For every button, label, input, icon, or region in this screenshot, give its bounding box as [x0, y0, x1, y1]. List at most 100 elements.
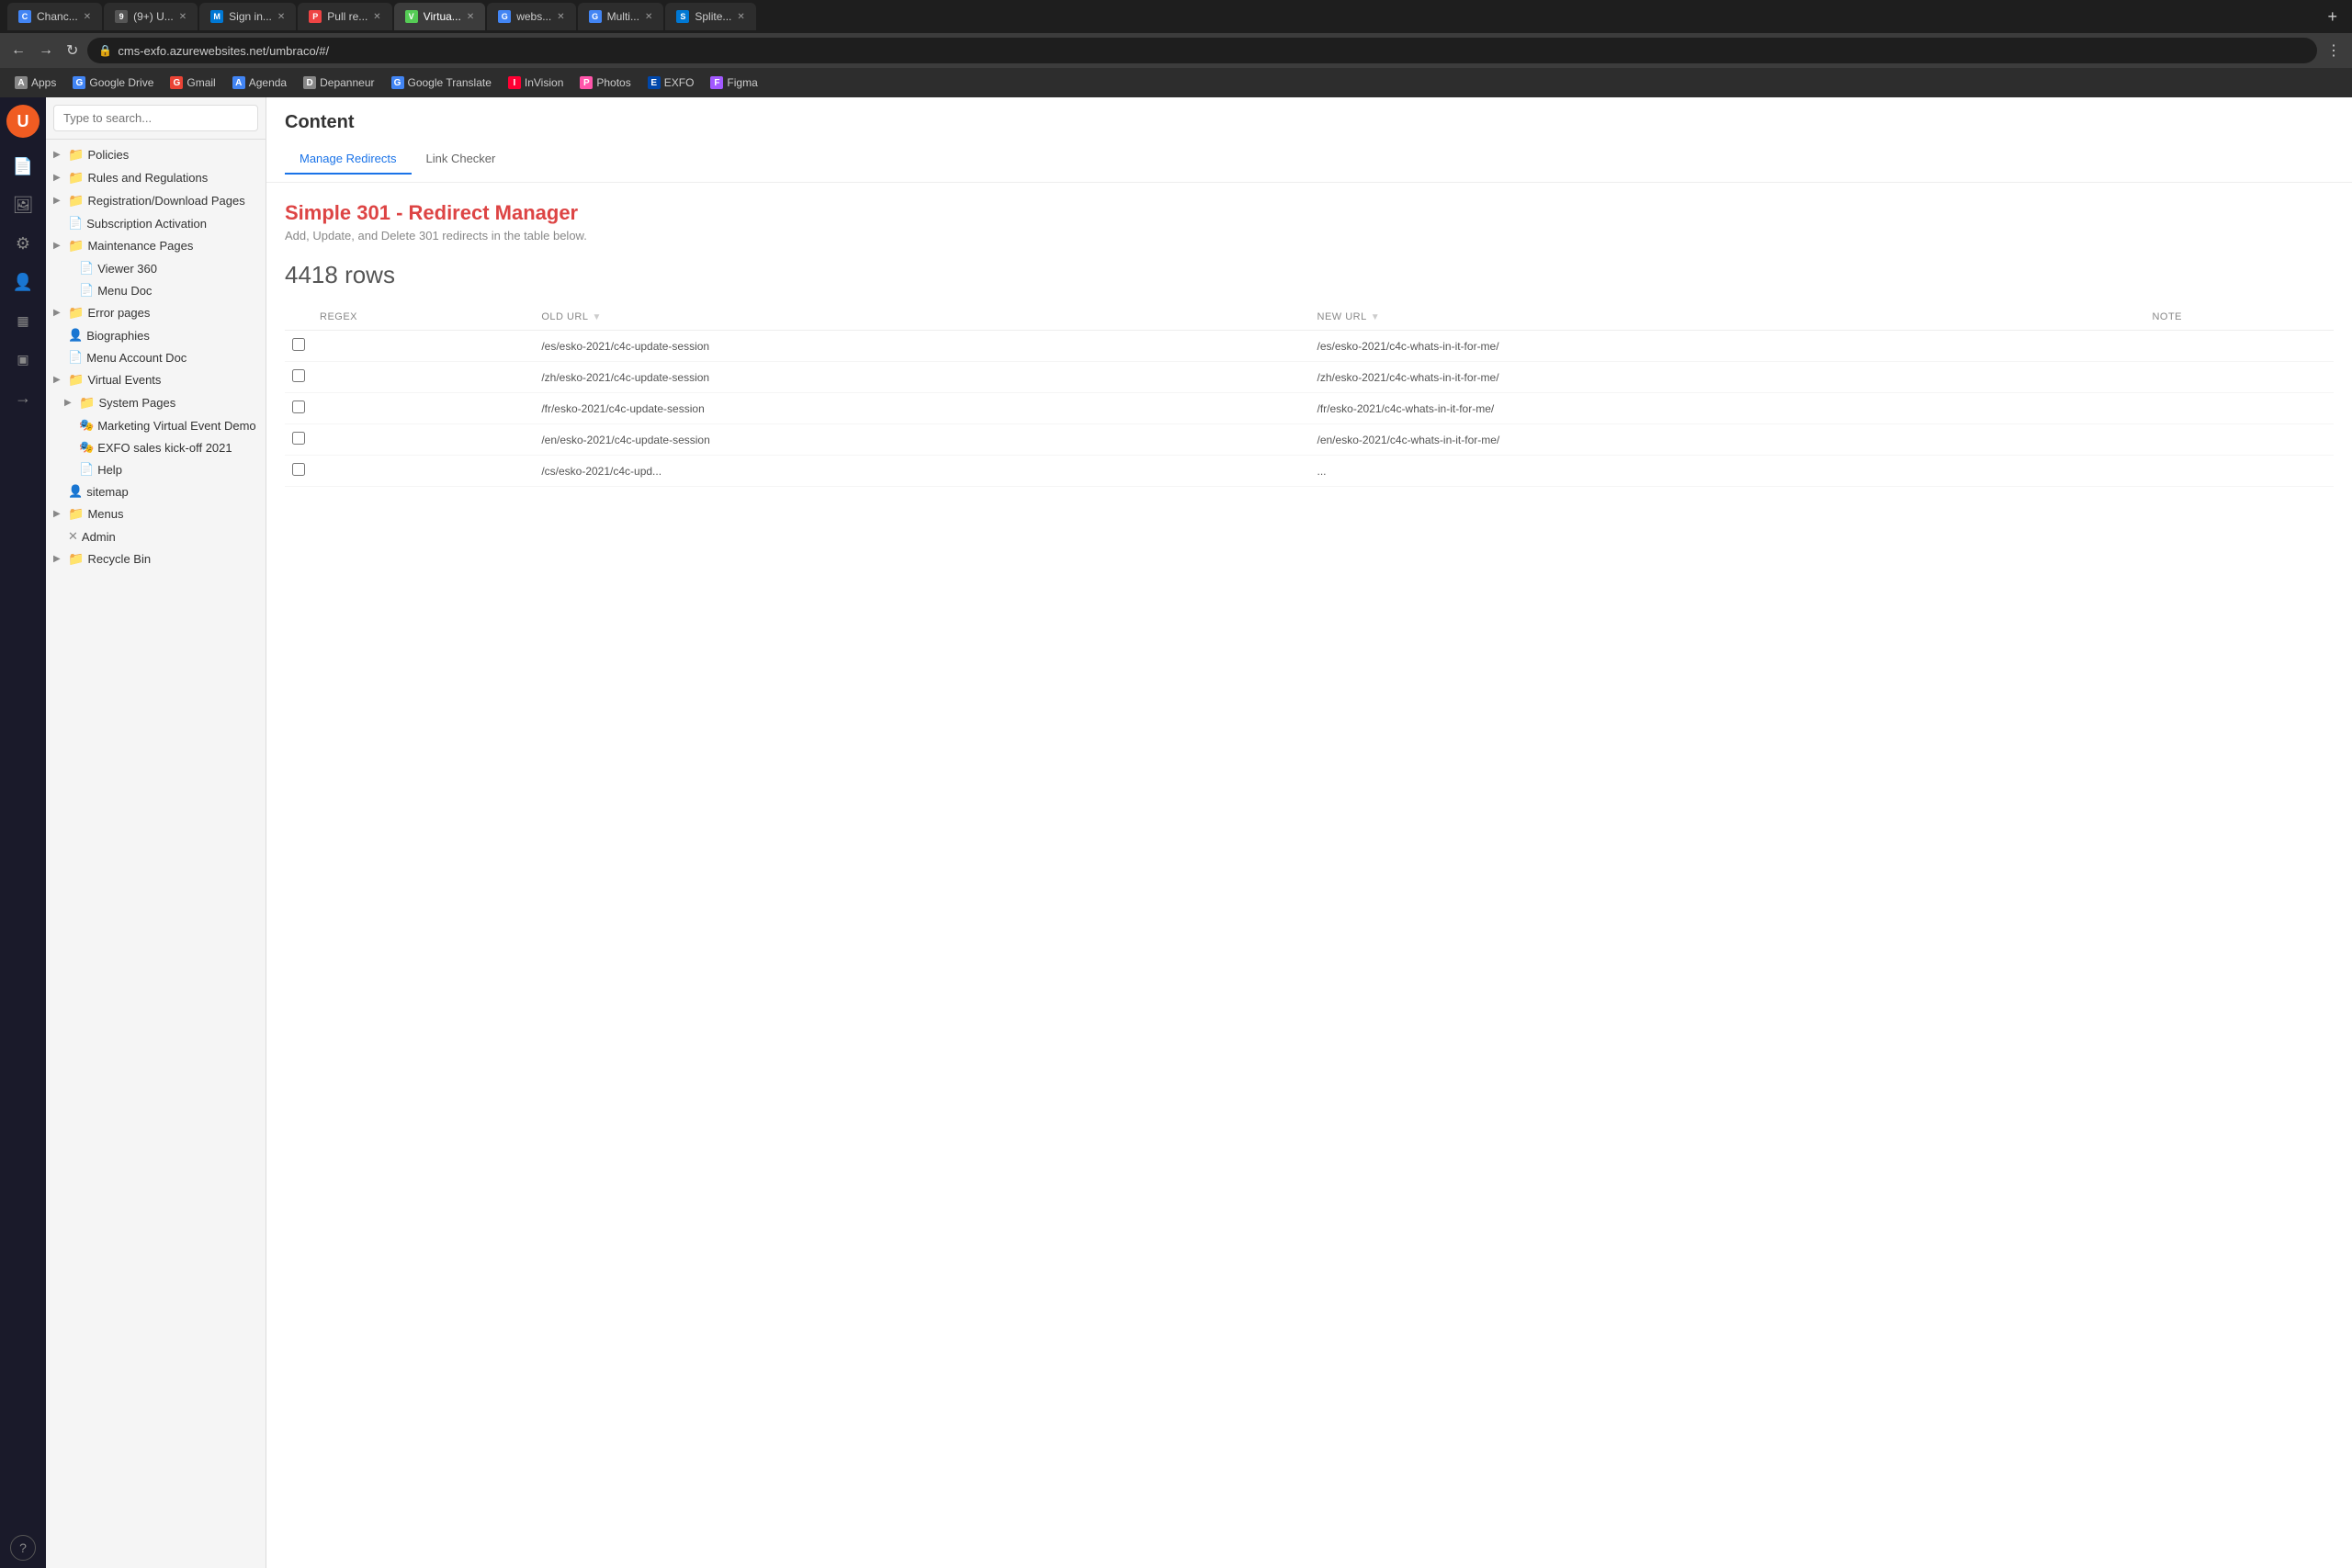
bookmark-gmail[interactable]: G Gmail	[163, 74, 222, 91]
row-checkbox-cell[interactable]	[285, 424, 312, 456]
back-button[interactable]: ←	[7, 39, 29, 62]
row-regex-cell	[312, 331, 534, 362]
tree-item-exfosales[interactable]: 🎭EXFO sales kick-off 2021	[46, 436, 266, 458]
bookmarks-bar: A Apps G Google Drive G Gmail A Agenda D…	[0, 68, 2352, 97]
tree-item-label: Policies	[87, 148, 258, 162]
row-regex-cell	[312, 362, 534, 393]
tree-item-label: sitemap	[86, 485, 258, 499]
row-checkbox-cell[interactable]	[285, 362, 312, 393]
settings-nav-icon[interactable]: ⚙	[6, 226, 40, 261]
tree-item-admin[interactable]: ✕Admin	[46, 525, 266, 547]
media-nav-icon[interactable]: 🖼	[6, 187, 40, 222]
bookmark-apps[interactable]: A Apps	[7, 74, 63, 91]
address-bar[interactable]: 🔒 cms-exfo.azurewebsites.net/umbraco/#/	[87, 38, 2317, 63]
bookmark-google-translate[interactable]: G Google Translate	[384, 74, 499, 91]
tree-item-label: Registration/Download Pages	[87, 194, 258, 208]
tree-item-help[interactable]: 📄Help•••	[46, 458, 266, 480]
refresh-button[interactable]: ↻	[62, 38, 82, 63]
row-checkbox[interactable]	[292, 400, 305, 413]
row-old-url-cell: /en/esko-2021/c4c-update-session	[534, 424, 1309, 456]
bookmark-invision[interactable]: I InVision	[501, 74, 571, 91]
browser-tab-t1[interactable]: C Chanc... ✕	[7, 3, 102, 30]
tree-item-subscription[interactable]: 📄Subscription Activation	[46, 212, 266, 234]
expand-arrow: ▶	[53, 554, 64, 564]
bookmark-agenda[interactable]: A Agenda	[225, 74, 294, 91]
row-checkbox[interactable]	[292, 338, 305, 351]
row-notes-cell	[2144, 424, 2334, 456]
new-url-sort-icon: ▼	[1371, 312, 1380, 322]
folder-icon: 📁	[68, 372, 84, 388]
table-row: /cs/esko-2021/c4c-upd... ...	[285, 456, 2334, 487]
row-checkbox[interactable]	[292, 463, 305, 476]
tree-item-menus[interactable]: ▶📁Menus	[46, 502, 266, 525]
tree-item-menuaccountdoc[interactable]: 📄Menu Account Doc	[46, 346, 266, 368]
members-nav-icon[interactable]: 👤	[6, 265, 40, 299]
tree-search-input[interactable]	[53, 105, 258, 131]
redirect-nav-icon[interactable]: →	[6, 380, 40, 415]
doc-icon: 📄	[68, 216, 83, 231]
bookmark-depanneur[interactable]: D Depanneur	[296, 74, 381, 91]
expand-arrow: ▶	[53, 241, 64, 251]
virtual-icon: 🎭	[79, 418, 94, 433]
bookmark-exfo[interactable]: E EXFO	[640, 74, 702, 91]
bookmark-figma[interactable]: F Figma	[703, 74, 764, 91]
row-checkbox-cell[interactable]	[285, 331, 312, 362]
folder-icon: 📁	[68, 238, 84, 254]
help-nav-icon[interactable]: ?	[10, 1535, 36, 1561]
browser-tab-t6[interactable]: G webs... ✕	[487, 3, 575, 30]
tree-item-systempages[interactable]: ▶📁System Pages	[46, 391, 266, 414]
expand-arrow: ▶	[64, 398, 75, 408]
nav-bar: ← → ↻ 🔒 cms-exfo.azurewebsites.net/umbra…	[0, 33, 2352, 68]
bookmark-google-drive[interactable]: G Google Drive	[65, 74, 161, 91]
forward-button[interactable]: →	[35, 39, 57, 62]
new-tab-button[interactable]: +	[2320, 4, 2345, 30]
packages-nav-icon[interactable]: ▣	[6, 342, 40, 377]
extensions-button[interactable]: ⋮	[2323, 38, 2345, 63]
redirect-manager-title: Simple 301 - Redirect Manager	[285, 201, 2334, 225]
browser-tab-t2[interactable]: 9 (9+) U... ✕	[104, 3, 198, 30]
bookmark-photos[interactable]: P Photos	[572, 74, 638, 91]
browser-tab-t4[interactable]: P Pull re... ✕	[298, 3, 391, 30]
umbraco-sidebar: U 📄 🖼 ⚙ 👤 ▦ ▣ → ?	[0, 97, 46, 1568]
tree-item-policies[interactable]: ▶📁Policies	[46, 143, 266, 166]
tree-item-maintenance[interactable]: ▶📁Maintenance Pages	[46, 234, 266, 257]
tree-item-label: Viewer 360	[97, 262, 258, 276]
row-checkbox-cell[interactable]	[285, 456, 312, 487]
browser-tab-t3[interactable]: M Sign in... ✕	[199, 3, 296, 30]
expand-arrow: ▶	[53, 375, 64, 385]
browser-tab-t8[interactable]: S Splite... ✕	[665, 3, 755, 30]
address-text: cms-exfo.azurewebsites.net/umbraco/#/	[118, 44, 329, 58]
row-checkbox-cell[interactable]	[285, 393, 312, 424]
content-nav-icon[interactable]: 📄	[6, 149, 40, 184]
browser-chrome: C Chanc... ✕ 9 (9+) U... ✕ M Sign in... …	[0, 0, 2352, 97]
tree-item-rules[interactable]: ▶📁Rules and Regulations	[46, 166, 266, 189]
tree-item-sitemap[interactable]: 👤sitemap	[46, 480, 266, 502]
col-regex: REGEX	[312, 304, 534, 331]
tab-link-checker[interactable]: Link Checker	[412, 144, 511, 175]
umbraco-logo[interactable]: U	[6, 105, 40, 138]
tree-item-reg-download[interactable]: ▶📁Registration/Download Pages	[46, 189, 266, 212]
col-old-url[interactable]: OLD URL ▼	[534, 304, 1309, 331]
row-checkbox[interactable]	[292, 432, 305, 445]
row-regex-cell	[312, 456, 534, 487]
tab-manage-redirects[interactable]: Manage Redirects	[285, 144, 412, 175]
tree-item-viewer360[interactable]: 📄Viewer 360	[46, 257, 266, 279]
lock-icon: 🔒	[98, 44, 112, 57]
tree-item-errorpages[interactable]: ▶📁Error pages	[46, 301, 266, 324]
tree-search-container	[46, 97, 266, 140]
row-checkbox[interactable]	[292, 369, 305, 382]
tab-bar: C Chanc... ✕ 9 (9+) U... ✕ M Sign in... …	[0, 0, 2352, 33]
folder-icon: 📁	[68, 551, 84, 567]
col-new-url[interactable]: NEW URL ▼	[1310, 304, 2145, 331]
folder-icon: 📁	[68, 170, 84, 186]
browser-tab-t7[interactable]: G Multi... ✕	[578, 3, 664, 30]
tree-item-virtualevents[interactable]: ▶📁Virtual Events	[46, 368, 266, 391]
tree-item-biographies[interactable]: 👤Biographies	[46, 324, 266, 346]
tree-item-marketingvirtual[interactable]: 🎭Marketing Virtual Event Demo	[46, 414, 266, 436]
tree-item-label: Error pages	[87, 306, 258, 320]
tree-item-recyclebin[interactable]: ▶📁Recycle Bin	[46, 547, 266, 570]
forms-nav-icon[interactable]: ▦	[6, 303, 40, 338]
tree-item-menudoc[interactable]: 📄Menu Doc	[46, 279, 266, 301]
browser-tab-t5[interactable]: V Virtua... ✕	[394, 3, 486, 30]
table-row: /zh/esko-2021/c4c-update-session /zh/esk…	[285, 362, 2334, 393]
